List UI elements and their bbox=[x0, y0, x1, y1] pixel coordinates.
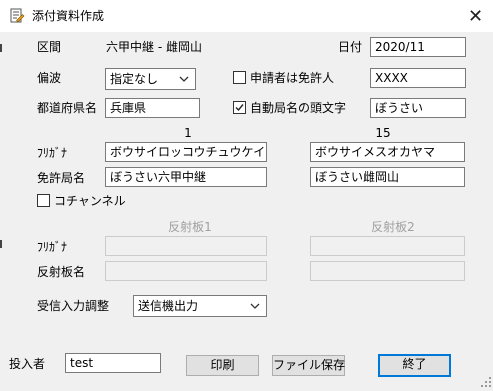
section-label: 区間 bbox=[37, 40, 62, 54]
save-file-button[interactable]: ファイル保存 bbox=[272, 355, 345, 376]
applicant-licensee-label: 申請者は免許人 bbox=[250, 71, 335, 85]
furigana-right-field[interactable]: ボウサイメスオカヤマ bbox=[310, 142, 465, 162]
reflector-1-header: 反射板1 bbox=[168, 220, 212, 234]
polarization-select[interactable]: 指定なし bbox=[105, 68, 196, 90]
cochannel-checkbox[interactable] bbox=[37, 194, 50, 207]
station-prefix-field[interactable]: ぼうさい bbox=[370, 98, 466, 118]
section-value: 六甲中継 - 雌岡山 bbox=[106, 40, 202, 54]
furigana-left-field[interactable]: ボウサイロッコウチュウケイ bbox=[105, 142, 267, 162]
reflector-2-header: 反射板2 bbox=[371, 220, 415, 234]
checkmark-icon bbox=[235, 104, 244, 112]
prefecture-field[interactable]: 兵庫県 bbox=[105, 98, 200, 118]
date-field[interactable]: 2020/11 bbox=[370, 37, 466, 57]
polarization-label: 偏波 bbox=[37, 71, 62, 85]
license-station-left-field[interactable]: ぼうさい六甲中継 bbox=[105, 167, 267, 187]
column-header-right: 15 bbox=[375, 126, 391, 140]
reflector-2-furigana-field[interactable] bbox=[310, 236, 465, 256]
document-edit-icon bbox=[9, 8, 25, 24]
applicant-licensee-checkbox[interactable] bbox=[233, 71, 246, 84]
resize-grip-icon[interactable] bbox=[480, 376, 492, 388]
polarization-value: 指定なし bbox=[110, 72, 159, 86]
cochannel-label: コチャンネル bbox=[54, 194, 126, 208]
chevron-down-icon bbox=[177, 70, 191, 88]
licensee-field[interactable]: XXXX bbox=[370, 68, 466, 88]
prefecture-label: 都道府県名 bbox=[37, 101, 98, 115]
submitter-field[interactable]: test bbox=[65, 353, 161, 373]
rx-adjust-value: 送信機出力 bbox=[138, 299, 199, 313]
reflector-2-name-field[interactable] bbox=[310, 261, 465, 281]
license-station-label: 免許局名 bbox=[37, 171, 86, 185]
edge-mark bbox=[0, 240, 2, 248]
chevron-down-icon bbox=[248, 297, 262, 315]
finish-button[interactable]: 終了 bbox=[378, 354, 451, 377]
column-header-left: 1 bbox=[184, 126, 192, 140]
auto-station-prefix-label: 自動局名の頭文字 bbox=[250, 101, 347, 115]
license-station-right-field[interactable]: ぼうさい雌岡山 bbox=[310, 167, 465, 187]
close-button[interactable]: ✕ bbox=[458, 0, 493, 32]
date-label: 日付 bbox=[338, 40, 363, 54]
rx-adjust-label: 受信入力調整 bbox=[37, 299, 110, 313]
furigana-label: ﾌﾘｶﾞﾅ bbox=[37, 146, 68, 160]
reflector-name-label: 反射板名 bbox=[37, 265, 86, 279]
rx-adjust-select[interactable]: 送信機出力 bbox=[133, 295, 267, 317]
reflector-furigana-label: ﾌﾘｶﾞﾅ bbox=[37, 240, 68, 254]
auto-station-prefix-checkbox[interactable] bbox=[233, 101, 246, 114]
edge-mark bbox=[0, 44, 2, 52]
submitter-label: 投入者 bbox=[9, 357, 46, 371]
reflector-1-name-field[interactable] bbox=[105, 261, 267, 281]
window-title: 添付資料作成 bbox=[32, 9, 105, 23]
reflector-1-furigana-field[interactable] bbox=[105, 236, 267, 256]
print-button[interactable]: 印刷 bbox=[186, 355, 259, 376]
